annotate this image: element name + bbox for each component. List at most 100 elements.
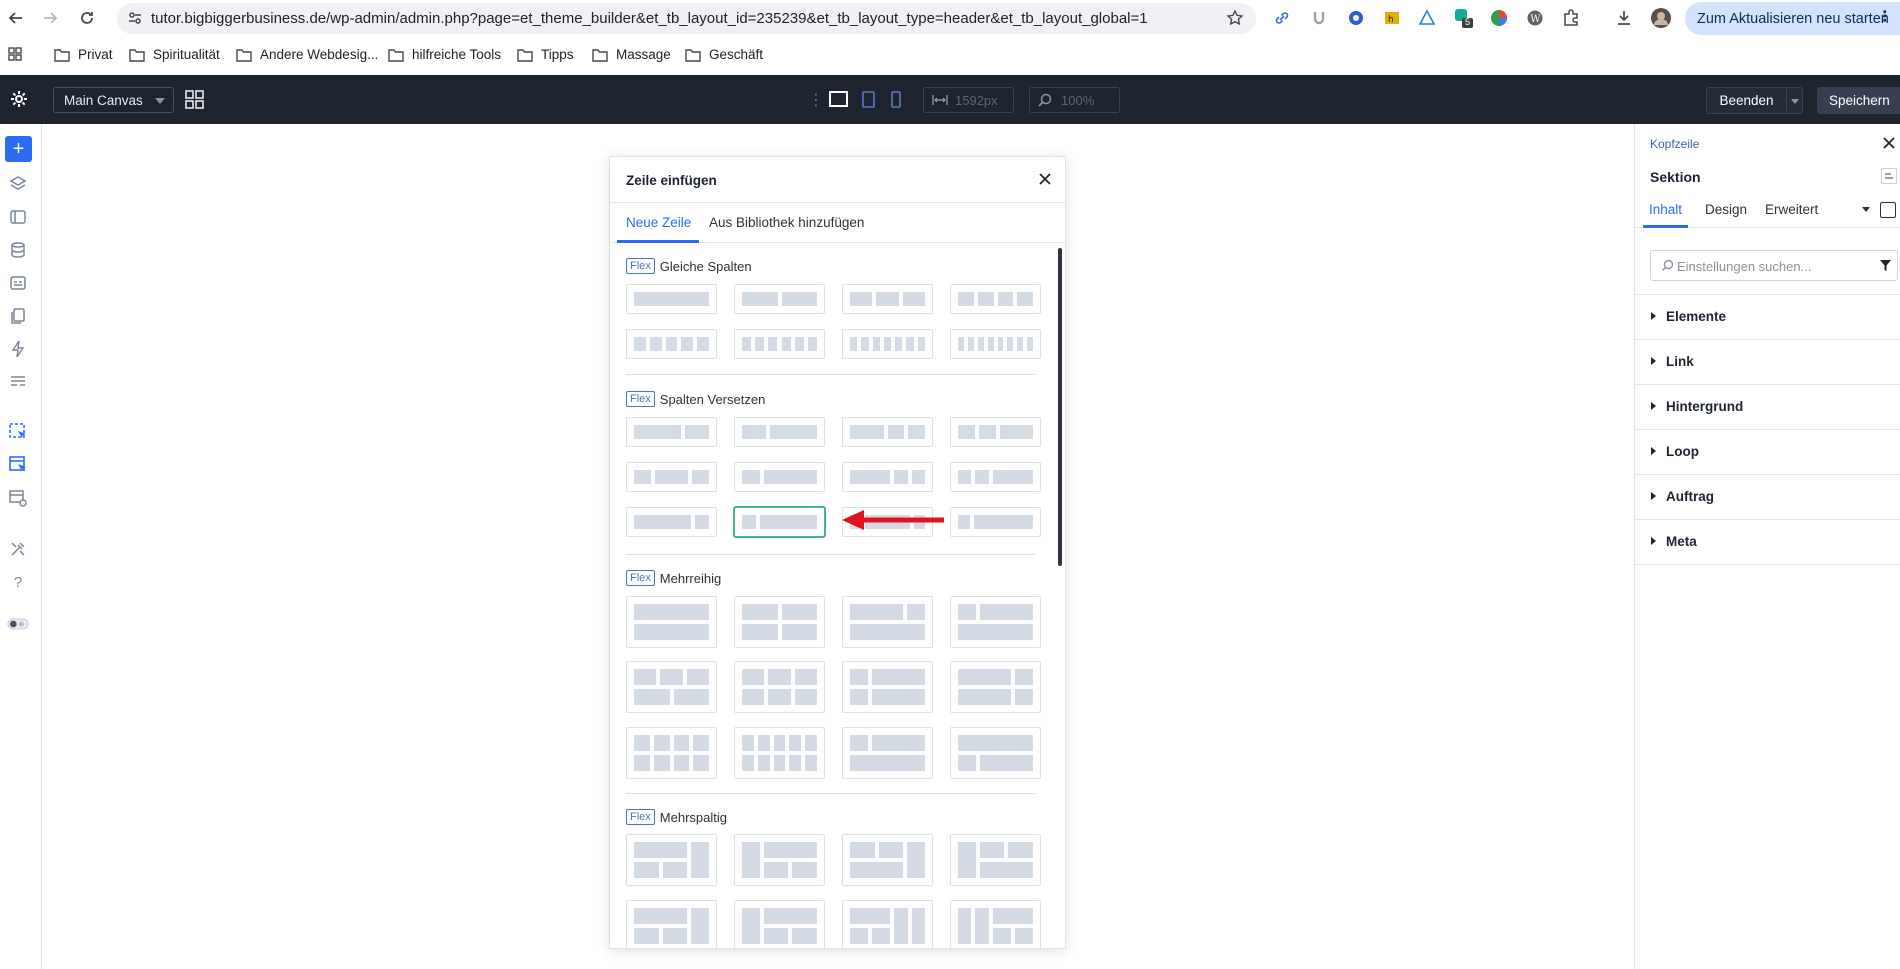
phone-view-icon[interactable] — [891, 91, 901, 111]
row-layout-option[interactable] — [950, 596, 1041, 648]
site-settings-icon[interactable] — [127, 10, 143, 29]
row-layout-option[interactable] — [734, 417, 825, 447]
exit-options-dropdown[interactable] — [1787, 87, 1803, 114]
filter-icon[interactable] — [1879, 259, 1892, 275]
row-layout-option[interactable] — [626, 727, 717, 779]
row-layout-option[interactable] — [626, 462, 717, 492]
layers-icon[interactable] — [7, 173, 29, 195]
more-options-icon[interactable]: ⋮ — [808, 90, 824, 110]
canvas-width-input[interactable]: 1592px — [923, 87, 1014, 113]
toggle-switch[interactable] — [7, 613, 29, 635]
row-layout-option[interactable] — [842, 900, 933, 948]
bookmark-folder[interactable]: Massage — [592, 47, 671, 62]
bookmark-star-icon[interactable] — [1226, 9, 1244, 30]
modal-scrollbar[interactable] — [1058, 248, 1062, 566]
row-layout-option[interactable] — [734, 900, 825, 948]
apps-grid-icon[interactable] — [8, 47, 22, 61]
row-layout-option[interactable] — [626, 900, 717, 948]
square-icon[interactable] — [1880, 202, 1896, 218]
profile-avatar[interactable] — [1650, 7, 1672, 29]
help-icon[interactable]: ? — [7, 571, 29, 593]
row-layout-option[interactable] — [842, 834, 933, 886]
badge-extension-icon[interactable]: 5 — [1452, 7, 1474, 29]
row-layout-option[interactable] — [734, 462, 825, 492]
row-layout-option[interactable] — [950, 507, 1041, 537]
row-layout-option[interactable] — [626, 661, 717, 713]
row-layout-option[interactable] — [626, 507, 717, 537]
group-order[interactable]: Auftrag — [1635, 474, 1900, 519]
group-loop[interactable]: Loop — [1635, 429, 1900, 474]
lightning-icon[interactable] — [7, 338, 29, 360]
close-icon[interactable] — [1882, 136, 1896, 153]
row-layout-option[interactable] — [842, 661, 933, 713]
bookmark-folder[interactable]: Tipps — [517, 47, 574, 62]
restart-to-update-button[interactable]: Zum Aktualisieren neu starten ⋮ — [1685, 2, 1900, 35]
row-layout-option[interactable] — [626, 284, 717, 314]
row-layout-option[interactable] — [734, 596, 825, 648]
chevron-down-icon[interactable] — [1862, 207, 1870, 212]
add-element-button[interactable]: + — [5, 136, 32, 162]
group-background[interactable]: Hintergrund — [1635, 384, 1900, 429]
bookmark-folder[interactable]: hilfreiche Tools — [388, 47, 501, 62]
color-wheel-extension-icon[interactable] — [1488, 7, 1510, 29]
row-layout-option[interactable] — [626, 596, 717, 648]
list-icon[interactable] — [7, 371, 29, 393]
tablet-view-icon[interactable] — [862, 91, 875, 111]
group-elements[interactable]: Elemente — [1635, 294, 1900, 339]
row-layout-option[interactable] — [626, 417, 717, 447]
save-button[interactable]: Speichern — [1817, 87, 1900, 114]
breadcrumb[interactable]: Kopfzeile — [1650, 137, 1699, 151]
row-layout-option[interactable] — [626, 834, 717, 886]
bookmark-folder[interactable]: Geschäft — [685, 47, 763, 62]
canvas-select[interactable]: Main Canvas — [53, 87, 174, 113]
row-layout-option[interactable] — [950, 727, 1041, 779]
forward-icon[interactable] — [38, 6, 62, 30]
row-layout-option[interactable] — [734, 329, 825, 359]
gear-icon[interactable] — [8, 88, 30, 110]
tab-add-from-library[interactable]: Aus Bibliothek hinzufügen — [709, 215, 864, 230]
desktop-view-icon[interactable] — [829, 91, 848, 110]
row-layout-option[interactable] — [842, 596, 933, 648]
row-layout-option[interactable] — [950, 284, 1041, 314]
link-extension-icon[interactable] — [1271, 7, 1293, 29]
exit-button[interactable]: Beenden — [1706, 87, 1787, 114]
preset-icon[interactable] — [1881, 168, 1897, 184]
pages-icon[interactable] — [7, 305, 29, 327]
close-icon[interactable] — [1036, 170, 1054, 188]
row-layout-option[interactable] — [842, 417, 933, 447]
url-text[interactable]: tutor.bigbiggerbusiness.de/wp-admin/admi… — [151, 10, 1148, 27]
tab-new-row[interactable]: Neue Zeile — [626, 215, 691, 230]
row-layout-option[interactable] — [842, 284, 933, 314]
row-layout-option[interactable] — [950, 462, 1041, 492]
row-layout-option[interactable] — [950, 834, 1041, 886]
row-layout-option[interactable] — [842, 329, 933, 359]
tab-content[interactable]: Inhalt — [1649, 202, 1682, 217]
back-icon[interactable] — [4, 6, 28, 30]
bookmark-folder[interactable]: Privat — [54, 47, 113, 62]
group-meta[interactable]: Meta — [1635, 519, 1900, 564]
row-layout-option[interactable] — [734, 834, 825, 886]
u-extension-icon[interactable] — [1308, 7, 1330, 29]
row-layout-option[interactable] — [950, 661, 1041, 713]
row-layout-option[interactable] — [734, 727, 825, 779]
bookmark-folder[interactable]: Spiritualität — [129, 47, 220, 62]
library-icon[interactable] — [7, 206, 29, 228]
theme-builder-body-icon[interactable] — [7, 454, 29, 476]
row-layout-option[interactable] — [842, 727, 933, 779]
theme-builder-header-icon[interactable] — [7, 421, 29, 443]
row-layout-option-selected[interactable] — [734, 507, 825, 537]
puzzle-extensions-icon[interactable] — [1560, 7, 1582, 29]
address-bar[interactable]: tutor.bigbiggerbusiness.de/wp-admin/admi… — [117, 3, 1256, 34]
row-layout-option[interactable] — [842, 462, 933, 492]
settings-search-input[interactable]: Einstellungen suchen... — [1650, 250, 1898, 281]
triangle-extension-icon[interactable] — [1416, 7, 1438, 29]
tab-advanced[interactable]: Erweitert — [1765, 202, 1818, 217]
browser-menu-icon[interactable]: ⋮ — [1878, 9, 1893, 25]
tab-design[interactable]: Design — [1705, 202, 1747, 217]
download-icon[interactable] — [1613, 7, 1635, 29]
row-layout-option[interactable] — [950, 417, 1041, 447]
group-link[interactable]: Link — [1635, 339, 1900, 384]
row-layout-option[interactable] — [626, 329, 717, 359]
template-settings-icon[interactable] — [7, 487, 29, 509]
database-icon[interactable] — [7, 239, 29, 261]
